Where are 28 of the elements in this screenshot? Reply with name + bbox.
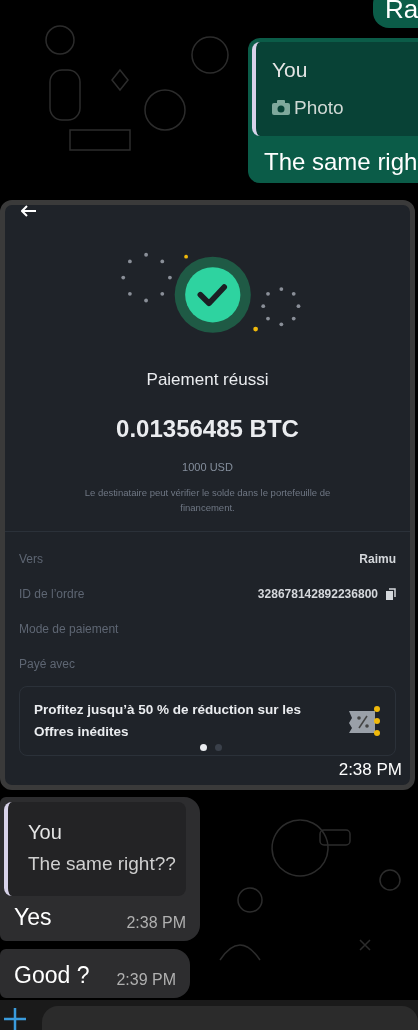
payment-title: Paiement réussi: [146, 369, 269, 391]
message-text: Yes: [14, 903, 52, 932]
plus-icon[interactable]: [4, 1008, 26, 1030]
detail-value: 328678142892236800: [257, 585, 378, 603]
camera-icon: [272, 100, 290, 116]
message-time: 2:38 PM: [338, 758, 402, 781]
quote-text: The same right??: [28, 854, 177, 873]
quote-author: You: [272, 57, 309, 83]
fiat-amount: 1000 USD: [182, 459, 233, 475]
message-time: 2:38 PM: [126, 912, 186, 933]
detail-label: Mode de paiement: [19, 620, 119, 638]
back-arrow-icon[interactable]: [21, 205, 37, 217]
message-text: The same righ: [263, 147, 418, 177]
detail-value: Raimu: [359, 550, 396, 568]
discount-ticket-icon: [347, 703, 383, 739]
detail-label: ID de l’ordre: [19, 585, 85, 603]
message-text: Good ?: [14, 960, 90, 990]
detail-label: Payé avec: [19, 655, 76, 673]
detail-label: Vers: [19, 550, 43, 568]
payment-amount: 0.01356485 BTC: [116, 413, 299, 444]
promo-card[interactable]: Profitez jusqu’à 50 % de réduction sur les Offres inédites: [19, 686, 396, 756]
payment-note: Le destinataire peut vérifier le solde dans le portefeuille de financement.: [83, 486, 332, 515]
message-time: 2:39 PM: [116, 970, 176, 990]
quote-author: You: [28, 822, 63, 842]
promo-text: Profitez jusqu’à 50 % de réduction sur les Offres inédites: [34, 701, 303, 741]
message-text: Ra: [385, 0, 418, 24]
copy-icon[interactable]: [386, 587, 396, 600]
quote-media-label: Photo: [294, 95, 344, 120]
